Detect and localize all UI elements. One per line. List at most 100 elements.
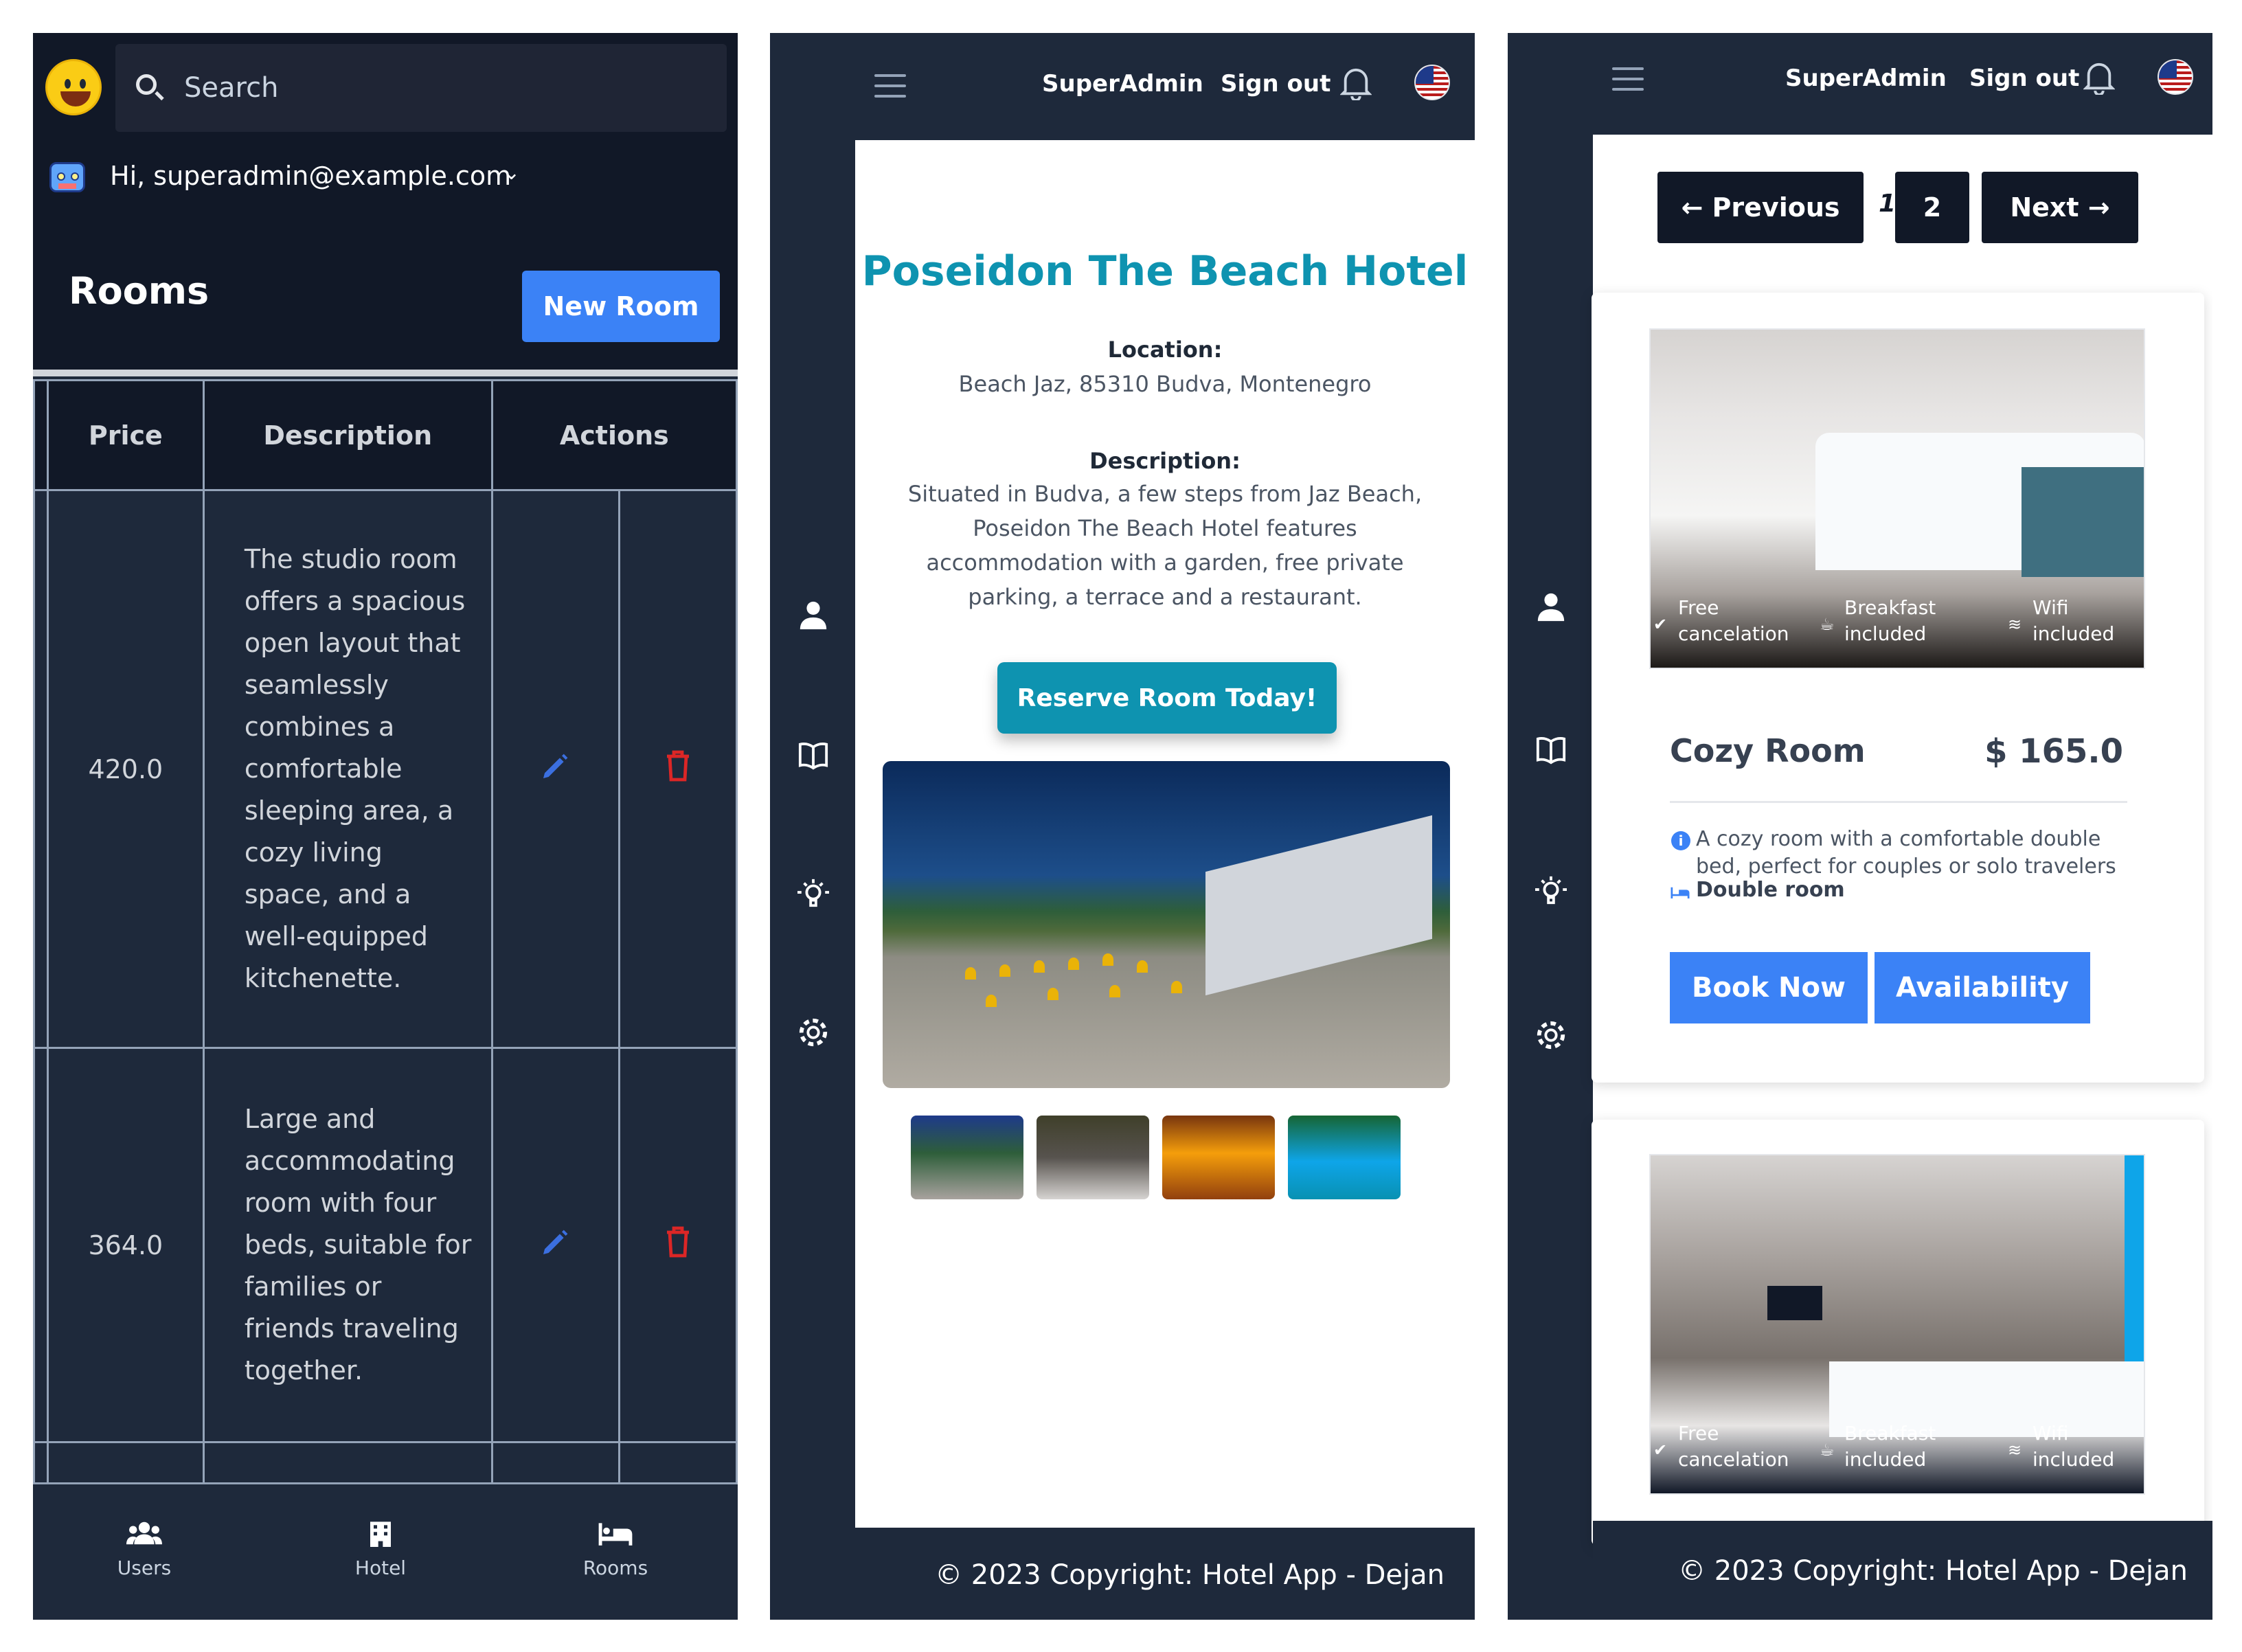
check-circle-icon: ✔ bbox=[1653, 615, 1668, 634]
facility-breakfast: ☕ Breakfast included bbox=[1820, 595, 1936, 647]
bottom-nav-rooms[interactable]: Rooms bbox=[547, 1519, 684, 1579]
wifi-icon: ≋ bbox=[2008, 1440, 2022, 1460]
sidebar bbox=[1508, 33, 1593, 1620]
hotel-name: Poseidon The Beach Hotel bbox=[861, 247, 1469, 295]
rooms-table: Price Description Actions 420.0 The stud… bbox=[33, 379, 738, 1484]
bottom-nav-label: Hotel bbox=[354, 1557, 407, 1579]
hotel-detail-panel: SuperAdmin Sign out Poseidon The Beach H… bbox=[770, 33, 1475, 1620]
hotel-main-photo[interactable] bbox=[883, 761, 1450, 1088]
room-price: 420.0 bbox=[46, 489, 205, 1049]
facility-label: Wifi bbox=[2032, 596, 2069, 619]
description-line: accommodation with a garden, free privat… bbox=[926, 550, 1404, 576]
user-icon[interactable] bbox=[797, 599, 829, 631]
bottom-nav: Users Hotel Rooms bbox=[33, 1486, 738, 1620]
availability-button[interactable]: Availability bbox=[1875, 952, 2090, 1023]
facility-breakfast: ☕ Breakfast included bbox=[1820, 1421, 1936, 1473]
description-label: Description: bbox=[1089, 448, 1241, 474]
search-input[interactable] bbox=[184, 69, 706, 107]
user-icon[interactable] bbox=[1535, 591, 1567, 622]
column-header-price[interactable]: Price bbox=[46, 379, 205, 491]
room-photo[interactable]: ✔ Free cancelation ☕ Breakfast included … bbox=[1649, 328, 2145, 669]
user-link[interactable]: SuperAdmin bbox=[1042, 70, 1203, 98]
delete-button[interactable] bbox=[618, 489, 738, 1049]
gear-icon[interactable] bbox=[1535, 1019, 1567, 1051]
trash-icon[interactable] bbox=[664, 1225, 692, 1258]
room-description: A cozy room with a comfortable double be… bbox=[1696, 826, 2136, 881]
bottom-nav-users[interactable]: Users bbox=[76, 1519, 213, 1579]
book-icon[interactable] bbox=[1535, 734, 1567, 765]
user-link[interactable]: SuperAdmin bbox=[1785, 65, 1947, 92]
search-icon bbox=[136, 74, 157, 95]
description-text: Situated in Budva, a few steps from Jaz … bbox=[855, 477, 1475, 614]
room-price: $ 165.0 bbox=[1984, 732, 2123, 771]
facility-label: cancelation bbox=[1678, 622, 1789, 645]
pencil-icon[interactable] bbox=[539, 749, 572, 782]
trash-icon[interactable] bbox=[664, 749, 692, 782]
lightbulb-icon[interactable] bbox=[1535, 875, 1567, 907]
row-spacer bbox=[33, 1047, 49, 1443]
facility-label: included bbox=[2032, 622, 2115, 645]
lightbulb-icon[interactable] bbox=[797, 878, 829, 909]
signout-link[interactable]: Sign out bbox=[1969, 65, 2079, 92]
room-photo[interactable]: ✔ Free cancelation ☕ Breakfast included … bbox=[1649, 1154, 2145, 1495]
bed-icon bbox=[598, 1523, 633, 1546]
facility-label: Breakfast bbox=[1844, 596, 1936, 619]
table-cell bbox=[202, 1441, 493, 1484]
thumbnail-sea[interactable] bbox=[1288, 1116, 1401, 1199]
signout-link[interactable]: Sign out bbox=[1221, 70, 1331, 98]
hamburger-menu-icon[interactable] bbox=[1612, 67, 1644, 91]
room-type: Double room bbox=[1696, 878, 1845, 902]
room-description: Large and accommodating room with four b… bbox=[202, 1047, 493, 1443]
facility-label: Wifi bbox=[2032, 1422, 2069, 1445]
room-description: The studio room offers a spacious open l… bbox=[202, 489, 493, 1049]
edit-button[interactable] bbox=[490, 489, 620, 1049]
user-greeting[interactable]: Hi, superadmin@example.com bbox=[110, 161, 511, 191]
description-line: parking, a terrace and a restaurant. bbox=[968, 584, 1362, 610]
bottom-nav-hotel[interactable]: Hotel bbox=[312, 1519, 449, 1579]
row-spacer bbox=[33, 489, 49, 1049]
book-icon[interactable] bbox=[797, 739, 829, 771]
coffee-icon: ☕ bbox=[1820, 1440, 1835, 1460]
table-cell bbox=[490, 1441, 620, 1484]
top-bar bbox=[33, 33, 738, 135]
delete-button[interactable] bbox=[618, 1047, 738, 1443]
edit-button[interactable] bbox=[490, 1047, 620, 1443]
reserve-room-button[interactable]: Reserve Room Today! bbox=[997, 662, 1337, 734]
rooms-admin-panel: Hi, superadmin@example.com ⌄ Rooms New R… bbox=[33, 33, 738, 1620]
bell-icon[interactable] bbox=[1340, 66, 1372, 100]
facility-wifi: ≋ Wifi included bbox=[2008, 1421, 2114, 1473]
facility-label: cancelation bbox=[1678, 1448, 1789, 1471]
gear-icon[interactable] bbox=[797, 1017, 829, 1048]
us-flag-icon[interactable] bbox=[2158, 59, 2193, 95]
previous-page-button[interactable]: ← Previous bbox=[1657, 172, 1864, 243]
next-page-button[interactable]: Next → bbox=[1982, 172, 2138, 243]
thumbnail-beach[interactable] bbox=[911, 1116, 1023, 1199]
search-box[interactable] bbox=[115, 44, 727, 132]
hamburger-menu-icon[interactable] bbox=[874, 74, 906, 98]
room-name: Cozy Room bbox=[1670, 732, 1866, 769]
description-line: Poseidon The Beach Hotel features bbox=[973, 515, 1357, 541]
chevron-down-icon[interactable]: ⌄ bbox=[503, 161, 520, 185]
thumbnail-restaurant[interactable] bbox=[1037, 1116, 1149, 1199]
smiley-logo-icon[interactable] bbox=[45, 59, 102, 115]
column-header-description[interactable]: Description bbox=[202, 379, 493, 491]
thumbnail-sunset[interactable] bbox=[1162, 1116, 1275, 1199]
user-menu[interactable]: Hi, superadmin@example.com ⌄ bbox=[33, 135, 738, 225]
us-flag-icon[interactable] bbox=[1414, 65, 1450, 100]
description-line: bed, perfect for couples or solo travele… bbox=[1696, 855, 2116, 879]
page-2-button[interactable]: 2 bbox=[1895, 172, 1969, 243]
description-line: Situated in Budva, a few steps from Jaz … bbox=[907, 481, 1423, 507]
pencil-icon[interactable] bbox=[539, 1225, 572, 1258]
current-page: 1 bbox=[1879, 190, 1896, 218]
coffee-icon: ☕ bbox=[1820, 615, 1835, 634]
facility-wifi: ≋ Wifi included bbox=[2008, 595, 2115, 647]
book-now-button[interactable]: Book Now bbox=[1670, 952, 1868, 1023]
facility-cancelation: ✔ Free cancelation bbox=[1653, 595, 1789, 647]
table-header-blank bbox=[33, 379, 49, 491]
bell-icon[interactable] bbox=[2083, 60, 2115, 95]
row-spacer bbox=[33, 1441, 49, 1484]
facility-label: Breakfast bbox=[1844, 1422, 1936, 1445]
room-card: ✔ Free cancelation ☕ Breakfast included … bbox=[1592, 293, 2204, 1083]
new-room-button[interactable]: New Room bbox=[522, 271, 720, 342]
footer: © 2023 Copyright: Hotel App - Dejan bbox=[855, 1528, 1475, 1620]
